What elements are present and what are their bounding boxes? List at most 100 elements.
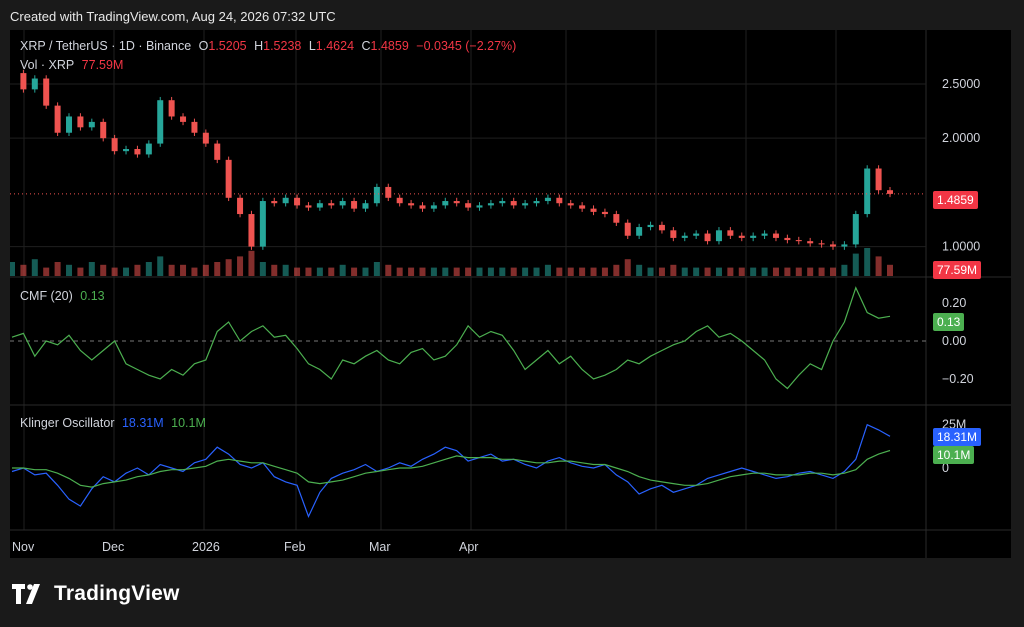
volume-legend: Vol · XRP 77.59M [20, 58, 127, 72]
volume-bar [647, 267, 654, 276]
candle-body [693, 233, 700, 236]
volume-bar [784, 267, 791, 276]
candle-body [408, 203, 415, 206]
volume-bar [430, 267, 437, 276]
candle-body [385, 186, 392, 198]
candle-body [271, 201, 278, 204]
volume-bar [510, 267, 517, 276]
volume-bar [658, 267, 665, 276]
candle-body [396, 197, 403, 204]
candle-body [636, 227, 643, 236]
candle-body [214, 143, 221, 160]
volume-bar [442, 267, 449, 276]
volume-value: 77.59M [81, 58, 124, 72]
volume-bar [544, 264, 551, 276]
volume-bar [533, 267, 540, 276]
volume-bar [852, 253, 859, 276]
volume-bar [10, 262, 15, 276]
cmf-line [11, 286, 891, 390]
kvo-tag: 18.31M [933, 428, 982, 446]
volume-bar [829, 267, 836, 276]
volume-bar [248, 250, 255, 276]
volume-bar [750, 267, 757, 276]
volume-bar [772, 267, 779, 276]
volume-bar [807, 267, 814, 276]
time-axis-tick: Mar [369, 540, 391, 554]
chart-svg[interactable]: 2.50002.00001.00000.200.00−0.2025M0Nov De… [10, 30, 1011, 558]
candle-body [499, 201, 506, 204]
candle-body [579, 205, 586, 209]
open-value: 1.5205 [208, 39, 247, 53]
candle-body [681, 235, 688, 238]
chart-area[interactable]: 2.5000 2.0000 1.0000 0.20 0.00 −0.20 25M 0 Nov De… [10, 30, 1011, 558]
kvo-legend: Klinger Oscillator 18.31M 10.1M [20, 416, 210, 430]
volume-bar [738, 267, 745, 276]
kvo-line [11, 423, 891, 519]
candle-body [567, 203, 574, 206]
price-axis-tick: 2.5000 [942, 77, 980, 91]
candle-body [31, 78, 38, 90]
candle-body [202, 132, 209, 144]
time-axis-tick: Nov [12, 540, 35, 554]
volume-bar [77, 267, 84, 276]
volume-bar [841, 264, 848, 276]
candle-body [795, 240, 802, 242]
candle-body [772, 233, 779, 238]
volume-bar [237, 256, 244, 276]
volume-bar [613, 264, 620, 276]
tradingview-logo[interactable]: TradingView [12, 582, 180, 606]
candle-body [305, 205, 312, 208]
volume-bar [202, 264, 209, 276]
cmf-legend: CMF (20) 0.13 [20, 289, 109, 303]
volume-bar [351, 267, 358, 276]
candle-body [66, 116, 73, 133]
volume-bar [294, 267, 301, 276]
candle-body [248, 214, 255, 247]
candle-body [54, 105, 61, 133]
volume-bar [123, 267, 130, 276]
candle-body [807, 241, 814, 244]
volume-bar [362, 267, 369, 276]
volume-bar [168, 264, 175, 276]
candle-body [430, 205, 437, 209]
tradingview-logo-icon [12, 584, 40, 604]
candle-body [704, 233, 711, 242]
volume-bar [681, 267, 688, 276]
candle-body [20, 73, 27, 90]
price-axis-tick: 1.0000 [942, 240, 980, 254]
volume-bar [305, 267, 312, 276]
volume-bar [761, 267, 768, 276]
low-value: 1.4624 [315, 39, 355, 53]
time-axis-tick: Apr [459, 540, 478, 554]
candle-body [294, 197, 301, 206]
candle-body [145, 143, 152, 155]
volume-bar [225, 259, 232, 276]
volume-bar [453, 267, 460, 276]
candle-body [123, 149, 130, 152]
candle-body [750, 235, 757, 238]
kvo-value: 18.31M [121, 416, 164, 430]
volume-bar [601, 267, 608, 276]
volume-bar [579, 267, 586, 276]
volume-bar [715, 267, 722, 276]
change-value: −0.0345 (−2.27%) [416, 39, 517, 53]
volume-bar [214, 262, 221, 276]
candle-body [487, 203, 494, 206]
volume-label: Vol · XRP [20, 58, 75, 72]
low-label: L [308, 39, 316, 53]
volume-bar [271, 264, 278, 276]
kvo-signal-line [12, 449, 891, 488]
candle-body [111, 138, 118, 152]
candle-body [43, 78, 50, 106]
header-bar: Created with TradingView.com, Aug 24, 20… [0, 0, 1024, 30]
cmf-tag: 0.13 [933, 313, 965, 331]
price-tag: 1.4859 [933, 191, 978, 209]
candle-body [453, 201, 460, 204]
candle-body [442, 201, 449, 206]
volume-bar [111, 267, 118, 276]
volume-bar [31, 259, 38, 276]
cmf-label: CMF (20) [20, 289, 73, 303]
candle-body [282, 197, 289, 204]
created-with-label: Created with TradingView.com, Aug 24, 20… [10, 9, 336, 24]
volume-bar [259, 262, 266, 276]
